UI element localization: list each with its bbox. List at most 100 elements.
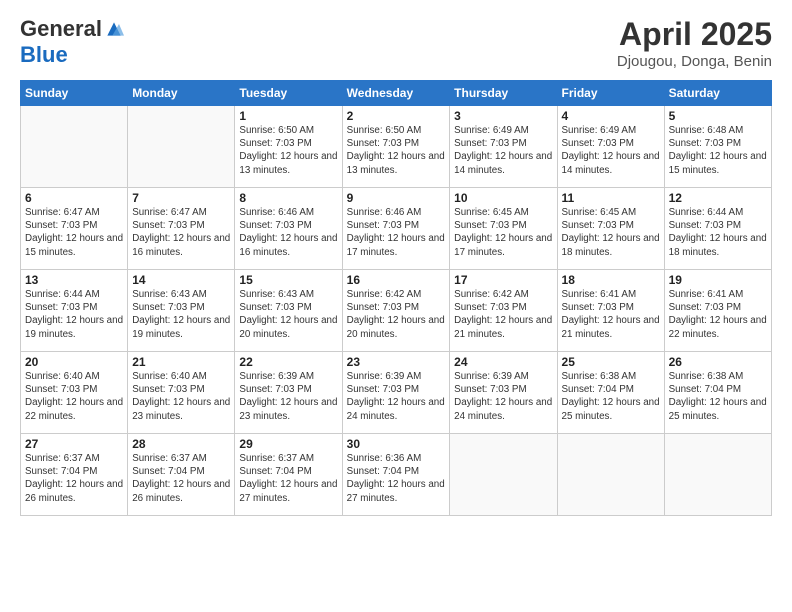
logo: General Blue <box>20 16 124 68</box>
table-row: 11Sunrise: 6:45 AM Sunset: 7:03 PM Dayli… <box>557 188 664 270</box>
title-block: April 2025 Djougou, Donga, Benin <box>617 16 772 70</box>
table-row: 16Sunrise: 6:42 AM Sunset: 7:03 PM Dayli… <box>342 270 450 352</box>
table-row: 8Sunrise: 6:46 AM Sunset: 7:03 PM Daylig… <box>235 188 342 270</box>
cell-date: 13 <box>25 273 123 287</box>
table-row: 2Sunrise: 6:50 AM Sunset: 7:03 PM Daylig… <box>342 106 450 188</box>
cell-date: 1 <box>239 109 337 123</box>
cell-date: 27 <box>25 437 123 451</box>
cell-info: Sunrise: 6:38 AM Sunset: 7:04 PM Dayligh… <box>669 370 767 423</box>
table-row <box>557 434 664 516</box>
cell-info: Sunrise: 6:49 AM Sunset: 7:03 PM Dayligh… <box>562 124 660 177</box>
table-row <box>128 106 235 188</box>
cell-date: 25 <box>562 355 660 369</box>
table-row: 18Sunrise: 6:41 AM Sunset: 7:03 PM Dayli… <box>557 270 664 352</box>
table-row: 15Sunrise: 6:43 AM Sunset: 7:03 PM Dayli… <box>235 270 342 352</box>
col-tuesday: Tuesday <box>235 81 342 106</box>
cell-info: Sunrise: 6:39 AM Sunset: 7:03 PM Dayligh… <box>239 370 337 423</box>
cell-date: 3 <box>454 109 552 123</box>
page-title: April 2025 <box>617 16 772 53</box>
table-row: 12Sunrise: 6:44 AM Sunset: 7:03 PM Dayli… <box>664 188 771 270</box>
table-row: 4Sunrise: 6:49 AM Sunset: 7:03 PM Daylig… <box>557 106 664 188</box>
table-row <box>450 434 557 516</box>
cell-date: 7 <box>132 191 230 205</box>
cell-info: Sunrise: 6:37 AM Sunset: 7:04 PM Dayligh… <box>239 452 337 505</box>
cell-info: Sunrise: 6:42 AM Sunset: 7:03 PM Dayligh… <box>347 288 446 341</box>
cell-info: Sunrise: 6:40 AM Sunset: 7:03 PM Dayligh… <box>25 370 123 423</box>
col-saturday: Saturday <box>664 81 771 106</box>
table-row: 10Sunrise: 6:45 AM Sunset: 7:03 PM Dayli… <box>450 188 557 270</box>
cell-info: Sunrise: 6:49 AM Sunset: 7:03 PM Dayligh… <box>454 124 552 177</box>
cell-date: 26 <box>669 355 767 369</box>
cell-info: Sunrise: 6:50 AM Sunset: 7:03 PM Dayligh… <box>239 124 337 177</box>
table-row: 22Sunrise: 6:39 AM Sunset: 7:03 PM Dayli… <box>235 352 342 434</box>
cell-info: Sunrise: 6:47 AM Sunset: 7:03 PM Dayligh… <box>25 206 123 259</box>
table-row: 25Sunrise: 6:38 AM Sunset: 7:04 PM Dayli… <box>557 352 664 434</box>
table-row: 13Sunrise: 6:44 AM Sunset: 7:03 PM Dayli… <box>21 270 128 352</box>
cell-info: Sunrise: 6:37 AM Sunset: 7:04 PM Dayligh… <box>132 452 230 505</box>
cell-info: Sunrise: 6:39 AM Sunset: 7:03 PM Dayligh… <box>454 370 552 423</box>
cell-info: Sunrise: 6:41 AM Sunset: 7:03 PM Dayligh… <box>669 288 767 341</box>
cell-date: 9 <box>347 191 446 205</box>
col-sunday: Sunday <box>21 81 128 106</box>
table-row: 17Sunrise: 6:42 AM Sunset: 7:03 PM Dayli… <box>450 270 557 352</box>
cell-date: 16 <box>347 273 446 287</box>
table-row: 30Sunrise: 6:36 AM Sunset: 7:04 PM Dayli… <box>342 434 450 516</box>
cell-date: 14 <box>132 273 230 287</box>
cell-date: 20 <box>25 355 123 369</box>
cell-date: 5 <box>669 109 767 123</box>
table-row: 23Sunrise: 6:39 AM Sunset: 7:03 PM Dayli… <box>342 352 450 434</box>
page-header: General Blue April 2025 Djougou, Donga, … <box>20 16 772 70</box>
cell-date: 29 <box>239 437 337 451</box>
cell-date: 19 <box>669 273 767 287</box>
table-row: 19Sunrise: 6:41 AM Sunset: 7:03 PM Dayli… <box>664 270 771 352</box>
logo-icon <box>104 19 124 39</box>
cell-date: 12 <box>669 191 767 205</box>
cell-info: Sunrise: 6:43 AM Sunset: 7:03 PM Dayligh… <box>132 288 230 341</box>
cell-date: 4 <box>562 109 660 123</box>
cell-info: Sunrise: 6:45 AM Sunset: 7:03 PM Dayligh… <box>454 206 552 259</box>
cell-date: 17 <box>454 273 552 287</box>
calendar-header-row: Sunday Monday Tuesday Wednesday Thursday… <box>21 81 772 106</box>
cell-info: Sunrise: 6:43 AM Sunset: 7:03 PM Dayligh… <box>239 288 337 341</box>
table-row: 28Sunrise: 6:37 AM Sunset: 7:04 PM Dayli… <box>128 434 235 516</box>
cell-info: Sunrise: 6:48 AM Sunset: 7:03 PM Dayligh… <box>669 124 767 177</box>
table-row: 20Sunrise: 6:40 AM Sunset: 7:03 PM Dayli… <box>21 352 128 434</box>
cell-info: Sunrise: 6:38 AM Sunset: 7:04 PM Dayligh… <box>562 370 660 423</box>
cell-date: 28 <box>132 437 230 451</box>
table-row: 24Sunrise: 6:39 AM Sunset: 7:03 PM Dayli… <box>450 352 557 434</box>
cell-date: 30 <box>347 437 446 451</box>
cell-date: 8 <box>239 191 337 205</box>
cell-info: Sunrise: 6:41 AM Sunset: 7:03 PM Dayligh… <box>562 288 660 341</box>
cell-date: 22 <box>239 355 337 369</box>
table-row: 26Sunrise: 6:38 AM Sunset: 7:04 PM Dayli… <box>664 352 771 434</box>
cell-date: 2 <box>347 109 446 123</box>
col-thursday: Thursday <box>450 81 557 106</box>
col-wednesday: Wednesday <box>342 81 450 106</box>
table-row: 27Sunrise: 6:37 AM Sunset: 7:04 PM Dayli… <box>21 434 128 516</box>
cell-info: Sunrise: 6:44 AM Sunset: 7:03 PM Dayligh… <box>669 206 767 259</box>
cell-info: Sunrise: 6:47 AM Sunset: 7:03 PM Dayligh… <box>132 206 230 259</box>
cell-date: 11 <box>562 191 660 205</box>
cell-info: Sunrise: 6:44 AM Sunset: 7:03 PM Dayligh… <box>25 288 123 341</box>
cell-date: 18 <box>562 273 660 287</box>
cell-info: Sunrise: 6:37 AM Sunset: 7:04 PM Dayligh… <box>25 452 123 505</box>
cell-info: Sunrise: 6:39 AM Sunset: 7:03 PM Dayligh… <box>347 370 446 423</box>
table-row: 1Sunrise: 6:50 AM Sunset: 7:03 PM Daylig… <box>235 106 342 188</box>
cell-info: Sunrise: 6:46 AM Sunset: 7:03 PM Dayligh… <box>347 206 446 259</box>
cell-date: 10 <box>454 191 552 205</box>
cell-info: Sunrise: 6:42 AM Sunset: 7:03 PM Dayligh… <box>454 288 552 341</box>
cell-info: Sunrise: 6:45 AM Sunset: 7:03 PM Dayligh… <box>562 206 660 259</box>
table-row <box>664 434 771 516</box>
cell-date: 23 <box>347 355 446 369</box>
page-subtitle: Djougou, Donga, Benin <box>617 53 772 70</box>
cell-info: Sunrise: 6:50 AM Sunset: 7:03 PM Dayligh… <box>347 124 446 177</box>
cell-date: 6 <box>25 191 123 205</box>
table-row: 5Sunrise: 6:48 AM Sunset: 7:03 PM Daylig… <box>664 106 771 188</box>
table-row: 7Sunrise: 6:47 AM Sunset: 7:03 PM Daylig… <box>128 188 235 270</box>
col-monday: Monday <box>128 81 235 106</box>
cell-info: Sunrise: 6:40 AM Sunset: 7:03 PM Dayligh… <box>132 370 230 423</box>
table-row: 3Sunrise: 6:49 AM Sunset: 7:03 PM Daylig… <box>450 106 557 188</box>
cell-info: Sunrise: 6:46 AM Sunset: 7:03 PM Dayligh… <box>239 206 337 259</box>
cell-date: 21 <box>132 355 230 369</box>
table-row: 29Sunrise: 6:37 AM Sunset: 7:04 PM Dayli… <box>235 434 342 516</box>
